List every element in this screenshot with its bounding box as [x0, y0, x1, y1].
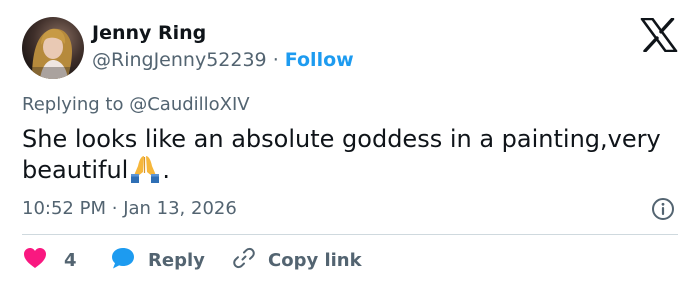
like-button[interactable]: 4	[22, 247, 77, 273]
tweet-text: She looks like an absolute goddess in a …	[22, 124, 662, 185]
tweet-text-body: She looks like an absolute goddess in a …	[22, 125, 661, 184]
tweet-text-trailing: .	[162, 156, 170, 184]
avatar[interactable]	[22, 17, 84, 79]
info-icon[interactable]	[651, 197, 675, 221]
tweet-timestamp[interactable]: 10:52 PM · Jan 13, 2026	[22, 197, 237, 221]
folded-hands-emoji-icon	[128, 154, 162, 184]
follow-button[interactable]: Follow	[285, 49, 354, 71]
reply-context-prefix: Replying to	[22, 94, 124, 115]
heart-icon	[22, 246, 48, 274]
like-count: 4	[64, 249, 77, 271]
author-name[interactable]: Jenny Ring	[92, 21, 206, 45]
separator-dot: ·	[272, 49, 279, 71]
divider	[22, 234, 678, 235]
reply-label: Reply	[148, 249, 205, 271]
x-logo-icon[interactable]	[640, 18, 678, 52]
author-handle-row: @RingJenny52239 · Follow	[92, 48, 354, 72]
speech-bubble-icon	[110, 246, 136, 274]
copy-link-button[interactable]: Copy link	[232, 247, 362, 273]
link-icon	[232, 246, 256, 274]
copy-link-label: Copy link	[268, 249, 362, 271]
tweet-date: Jan 13, 2026	[123, 198, 237, 219]
reply-context: Replying to @CaudilloXIV	[22, 93, 250, 117]
tweet-time: 10:52 PM	[22, 198, 106, 219]
reply-mention-link[interactable]: @CaudilloXIV	[129, 94, 249, 115]
tweet-card: Jenny Ring @RingJenny52239 · Follow Repl…	[0, 0, 700, 287]
timestamp-separator: ·	[111, 198, 118, 219]
reply-button[interactable]: Reply	[110, 247, 205, 273]
author-handle[interactable]: @RingJenny52239	[92, 49, 267, 71]
